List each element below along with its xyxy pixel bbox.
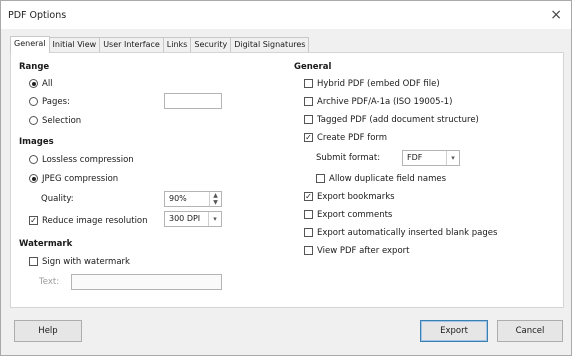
range-selection-radio[interactable] bbox=[29, 116, 38, 125]
check-icon: ✓ bbox=[30, 216, 37, 225]
quality-spinbox[interactable]: 90% ▲ ▼ bbox=[164, 191, 222, 207]
sign-watermark-checkbox[interactable] bbox=[29, 257, 38, 266]
create-pdf-form-label: Create PDF form bbox=[317, 132, 388, 143]
tab-general[interactable]: General bbox=[10, 36, 50, 53]
tab-user-interface[interactable]: User Interface bbox=[99, 37, 164, 52]
range-heading: Range bbox=[19, 62, 50, 72]
range-all-radio[interactable] bbox=[29, 79, 38, 88]
window-title: PDF Options bbox=[8, 10, 67, 21]
tab-strip: General Initial View User Interface Link… bbox=[10, 36, 310, 53]
check-icon: ✓ bbox=[305, 192, 312, 201]
hybrid-pdf-label: Hybrid PDF (embed ODF file) bbox=[317, 78, 440, 89]
export-comments-option[interactable]: Export comments bbox=[304, 208, 392, 221]
view-pdf-after-export-label: View PDF after export bbox=[317, 245, 410, 256]
lossless-label: Lossless compression bbox=[42, 154, 134, 165]
jpeg-label: JPEG compression bbox=[42, 173, 119, 184]
resolution-combo[interactable]: 300 DPI ▾ bbox=[164, 211, 222, 227]
range-all-label: All bbox=[42, 78, 53, 89]
range-selection-label: Selection bbox=[42, 115, 82, 126]
export-comments-checkbox[interactable] bbox=[304, 210, 313, 219]
reduce-resolution-option[interactable]: ✓ Reduce image resolution bbox=[29, 214, 148, 227]
watermark-heading: Watermark bbox=[19, 239, 73, 249]
tagged-pdf-option[interactable]: Tagged PDF (add document structure) bbox=[304, 113, 479, 126]
lossless-option[interactable]: Lossless compression bbox=[29, 153, 134, 166]
general-panel: Range All Pages: Selection Images Lossle… bbox=[10, 52, 564, 308]
chevron-down-icon[interactable]: ▾ bbox=[208, 212, 221, 226]
export-blank-pages-label: Export automatically inserted blank page… bbox=[317, 227, 498, 238]
pages-input[interactable] bbox=[164, 93, 222, 109]
tab-initial-view[interactable]: Initial View bbox=[48, 37, 101, 52]
reduce-resolution-label: Reduce image resolution bbox=[42, 215, 148, 226]
hybrid-pdf-checkbox[interactable] bbox=[304, 79, 313, 88]
export-blank-pages-checkbox[interactable] bbox=[304, 228, 313, 237]
export-bookmarks-label: Export bookmarks bbox=[317, 191, 395, 202]
archive-pdfa-option[interactable]: Archive PDF/A-1a (ISO 19005-1) bbox=[304, 95, 452, 108]
watermark-text-input[interactable] bbox=[71, 274, 222, 290]
range-pages-label: Pages: bbox=[42, 96, 70, 107]
allow-duplicate-option[interactable]: Allow duplicate field names bbox=[316, 172, 446, 185]
export-button[interactable]: Export bbox=[420, 320, 488, 342]
view-pdf-after-export-option[interactable]: View PDF after export bbox=[304, 244, 409, 257]
hybrid-pdf-option[interactable]: Hybrid PDF (embed ODF file) bbox=[304, 77, 440, 90]
sign-watermark-option[interactable]: Sign with watermark bbox=[29, 255, 130, 268]
spin-arrows-icon[interactable]: ▲ ▼ bbox=[209, 192, 221, 206]
general-heading: General bbox=[294, 62, 332, 72]
images-heading: Images bbox=[19, 137, 54, 147]
tab-links[interactable]: Links bbox=[162, 37, 192, 52]
reduce-resolution-checkbox[interactable]: ✓ bbox=[29, 216, 38, 225]
lossless-radio[interactable] bbox=[29, 155, 38, 164]
quality-label: Quality: bbox=[41, 194, 74, 204]
view-pdf-after-export-checkbox[interactable] bbox=[304, 246, 313, 255]
watermark-text-label: Text: bbox=[39, 277, 60, 287]
check-icon: ✓ bbox=[305, 133, 312, 142]
resolution-value: 300 DPI bbox=[169, 214, 201, 223]
sign-watermark-label: Sign with watermark bbox=[42, 256, 130, 267]
export-comments-label: Export comments bbox=[317, 209, 393, 220]
range-pages-radio[interactable] bbox=[29, 97, 38, 106]
tab-security[interactable]: Security bbox=[190, 37, 232, 52]
range-pages-option[interactable]: Pages: bbox=[29, 95, 70, 108]
tab-digital-signatures[interactable]: Digital Signatures bbox=[230, 37, 310, 52]
archive-pdfa-label: Archive PDF/A-1a (ISO 19005-1) bbox=[317, 96, 453, 107]
allow-duplicate-label: Allow duplicate field names bbox=[329, 173, 447, 184]
help-button[interactable]: Help bbox=[14, 320, 82, 342]
submit-format-label: Submit format: bbox=[316, 153, 381, 163]
export-bookmarks-option[interactable]: ✓ Export bookmarks bbox=[304, 190, 395, 203]
archive-pdfa-checkbox[interactable] bbox=[304, 97, 313, 106]
range-selection-option[interactable]: Selection bbox=[29, 114, 81, 127]
allow-duplicate-checkbox[interactable] bbox=[316, 174, 325, 183]
range-all-option[interactable]: All bbox=[29, 77, 53, 90]
pdf-options-dialog: PDF Options × General Initial View User … bbox=[0, 0, 572, 356]
jpeg-option[interactable]: JPEG compression bbox=[29, 172, 118, 185]
chevron-down-icon[interactable]: ▾ bbox=[446, 151, 459, 165]
submit-format-value: FDF bbox=[407, 153, 423, 162]
create-pdf-form-checkbox[interactable]: ✓ bbox=[304, 133, 313, 142]
export-blank-pages-option[interactable]: Export automatically inserted blank page… bbox=[304, 226, 497, 239]
submit-format-combo[interactable]: FDF ▾ bbox=[402, 150, 460, 166]
cancel-button[interactable]: Cancel bbox=[497, 320, 563, 342]
create-pdf-form-option[interactable]: ✓ Create PDF form bbox=[304, 131, 387, 144]
quality-value: 90% bbox=[169, 194, 187, 203]
export-bookmarks-checkbox[interactable]: ✓ bbox=[304, 192, 313, 201]
title-bar: PDF Options × bbox=[1, 1, 571, 29]
close-icon[interactable]: × bbox=[550, 6, 562, 24]
tagged-pdf-label: Tagged PDF (add document structure) bbox=[317, 114, 479, 125]
tagged-pdf-checkbox[interactable] bbox=[304, 115, 313, 124]
jpeg-radio[interactable] bbox=[29, 174, 38, 183]
